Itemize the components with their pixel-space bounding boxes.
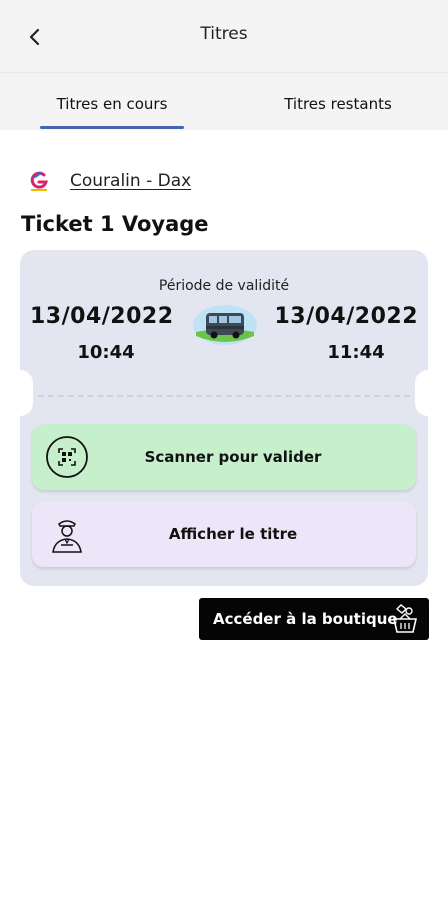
shopping-basket-icon xyxy=(392,604,418,633)
operator-link[interactable]: Couralin - Dax xyxy=(70,171,191,191)
top-app-bar: Titres xyxy=(0,0,448,72)
active-tab-indicator xyxy=(40,126,184,129)
validity-start-time: 10:44 xyxy=(77,342,135,363)
ticket-card: Période de validité 13/04/2022 10:44 13/… xyxy=(7,250,441,586)
validity-start-date: 13/04/2022 xyxy=(30,304,174,329)
ticket-notch-right xyxy=(415,370,441,416)
qr-scan-icon xyxy=(44,434,90,480)
controller-person-icon xyxy=(44,511,90,557)
bus-icon xyxy=(193,305,257,345)
ticket-title: Ticket 1 Voyage xyxy=(21,212,209,236)
validity-end-date: 13/04/2022 xyxy=(274,304,418,329)
shop-button-label: Accéder à la boutique xyxy=(213,610,398,628)
tab-titres-en-cours[interactable]: Titres en cours xyxy=(40,95,184,113)
shop-button[interactable]: Accéder à la boutique xyxy=(199,598,429,640)
operator-row[interactable]: Couralin - Dax xyxy=(26,166,191,196)
show-ticket-label: Afficher le titre xyxy=(168,525,298,543)
couralin-logo-icon xyxy=(26,168,52,194)
tab-bar: Titres en cours Titres restants xyxy=(0,72,448,130)
tab-titres-restants[interactable]: Titres restants xyxy=(266,95,410,113)
show-ticket-button[interactable]: Afficher le titre xyxy=(32,501,416,567)
validity-label: Période de validité xyxy=(158,278,290,294)
ticket-perforation xyxy=(38,395,410,397)
scan-to-validate-button[interactable]: Scanner pour valider xyxy=(32,424,416,490)
page-title: Titres xyxy=(200,24,248,44)
ticket-notch-left xyxy=(7,370,33,416)
validity-end-time: 11:44 xyxy=(327,342,385,363)
scan-button-label: Scanner pour valider xyxy=(144,448,322,466)
